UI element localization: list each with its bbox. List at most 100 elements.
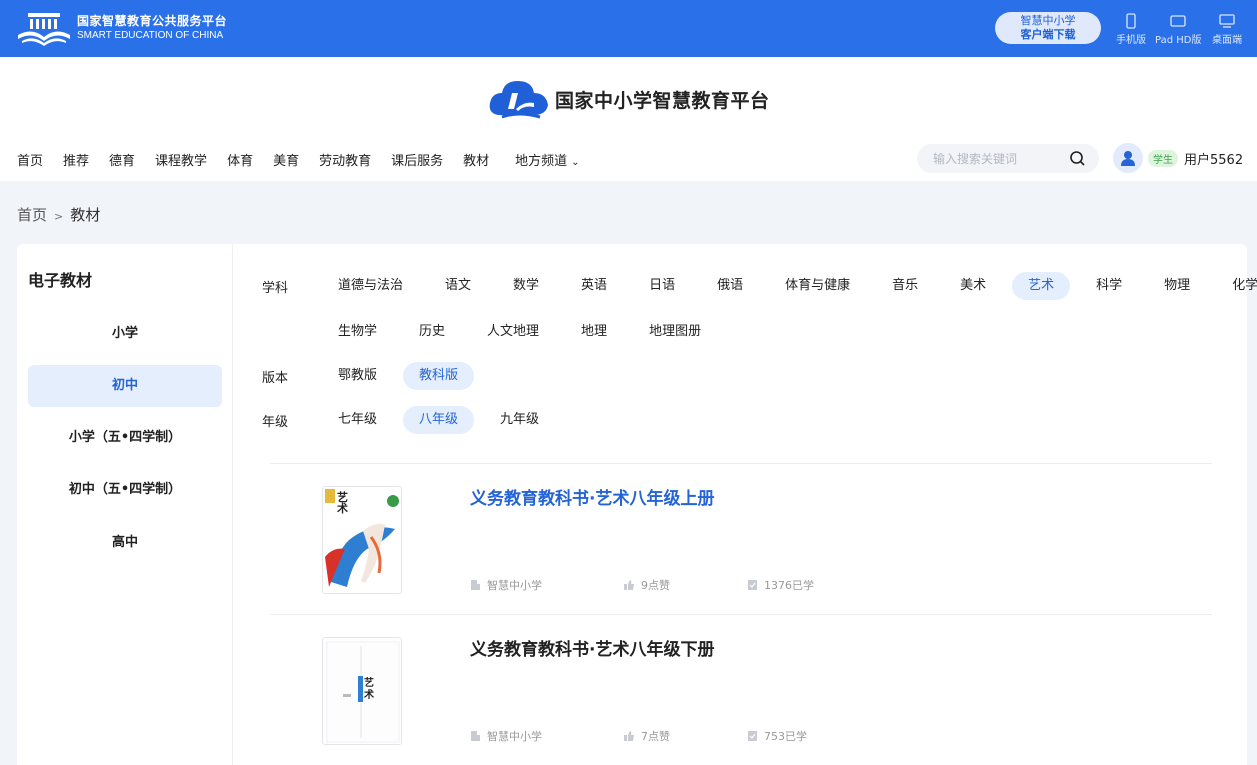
device-desktop-label: 桌面端 xyxy=(1212,35,1242,46)
main-card: 电子教材 小学 初中 小学（五•四学制） 初中（五•四学制） 高中 学科 道德与… xyxy=(17,244,1257,765)
grade-chip[interactable]: 九年级 xyxy=(484,406,555,434)
building-icon xyxy=(471,731,480,741)
cloud-book-logo-icon xyxy=(489,81,548,119)
user-menu[interactable]: 学生 用户5562 xyxy=(1113,143,1243,173)
book-cover-art: 艺 术 xyxy=(323,638,401,744)
edition-filter-row: 版本 鄂教版 教科版 xyxy=(262,362,484,390)
nav-local-channel[interactable]: 地方频道 ⌄ xyxy=(515,150,579,169)
breadcrumb-current: 教材 xyxy=(70,206,101,224)
study-icon xyxy=(748,580,757,590)
book-item[interactable]: 艺 术 义务教育教科书·艺术八年级上册 智慧中小学 9点赞 1376已学 xyxy=(270,464,1212,614)
nav-home[interactable]: 首页 xyxy=(17,150,43,169)
grade-chip[interactable]: 七年级 xyxy=(322,406,393,434)
sidebar-title: 电子教材 xyxy=(28,271,93,290)
desktop-icon xyxy=(1219,14,1235,28)
subject-chip[interactable]: 日语 xyxy=(633,272,691,300)
subject-label: 学科 xyxy=(262,280,289,296)
svg-text:术: 术 xyxy=(363,688,374,701)
avatar[interactable] xyxy=(1113,143,1143,173)
book-title[interactable]: 义务教育教科书·艺术八年级上册 xyxy=(470,484,714,509)
thumb-up-icon xyxy=(624,580,634,590)
nav-afterschool[interactable]: 课后服务 xyxy=(391,150,443,169)
book-item[interactable]: 艺 术 义务教育教科书·艺术八年级下册 智慧中小学 7点赞 753已学 xyxy=(270,615,1212,765)
subject-chip[interactable]: 化学 xyxy=(1216,272,1257,300)
nav-labor[interactable]: 劳动教育 xyxy=(319,150,371,169)
phone-icon xyxy=(1126,13,1136,29)
edition-chip-active[interactable]: 教科版 xyxy=(403,362,475,390)
subject-chip[interactable]: 英语 xyxy=(565,272,623,300)
nav-moral[interactable]: 德育 xyxy=(109,150,135,169)
subject-chip[interactable]: 道德与法治 xyxy=(322,272,419,300)
book-title[interactable]: 义务教育教科书·艺术八年级下册 xyxy=(470,635,714,660)
user-icon xyxy=(1121,151,1135,166)
book-likes-label: 9点赞 xyxy=(641,579,670,592)
device-desktop[interactable]: 桌面端 xyxy=(1212,13,1242,46)
user-name: 用户5562 xyxy=(1184,152,1244,168)
book-likes: 9点赞 xyxy=(623,577,670,593)
book-learners-label: 753已学 xyxy=(764,730,807,743)
site-logo[interactable]: 国家中小学智慧教育平台 xyxy=(488,77,770,121)
nav-recommend[interactable]: 推荐 xyxy=(63,150,89,169)
book-learners: 753已学 xyxy=(747,728,807,744)
header: 国家中小学智慧教育平台 首页 推荐 德育 课程教学 体育 美育 劳动教育 课后服… xyxy=(0,57,1257,181)
book-cover-image[interactable]: 艺 术 xyxy=(322,637,402,745)
brand-logo-icon xyxy=(18,13,70,46)
main-nav: 首页 推荐 德育 课程教学 体育 美育 劳动教育 课后服务 教材 地方频道 ⌄ xyxy=(17,150,600,169)
book-publisher-label: 智慧中小学 xyxy=(487,730,542,743)
search-input[interactable] xyxy=(917,144,1057,173)
subject-chip[interactable]: 俄语 xyxy=(701,272,759,300)
device-pad[interactable]: Pad HD版 xyxy=(1155,13,1201,46)
search-box xyxy=(917,144,1099,173)
subject-chip-active[interactable]: 艺术 xyxy=(1012,272,1071,300)
client-download-button[interactable]: 智慧中小学 客户端下载 xyxy=(995,12,1101,44)
book-cover-image[interactable]: 艺 术 xyxy=(322,486,402,594)
subject-chip[interactable]: 生物学 xyxy=(322,318,393,346)
book-publisher-label: 智慧中小学 xyxy=(487,579,542,592)
svg-text:术: 术 xyxy=(336,501,348,515)
subject-chip[interactable]: 科学 xyxy=(1080,272,1138,300)
sidebar-item-primary-54[interactable]: 小学（五•四学制） xyxy=(28,417,222,459)
device-mobile[interactable]: 手机版 xyxy=(1116,13,1146,46)
grade-chip-active[interactable]: 八年级 xyxy=(403,406,475,434)
chevron-down-icon: ⌄ xyxy=(571,157,580,168)
subject-chip[interactable]: 历史 xyxy=(403,318,461,346)
breadcrumb-home[interactable]: 首页 xyxy=(17,206,47,224)
grade-label: 年级 xyxy=(262,414,289,430)
subject-filter-row-2: 生物学 历史 人文地理 地理 地理图册 xyxy=(262,318,727,346)
grade-filter-row: 年级 七年级 八年级 九年级 xyxy=(262,406,565,434)
subject-chip[interactable]: 地理图册 xyxy=(633,318,717,346)
brand-name-en: SMART EDUCATION OF CHINA xyxy=(77,30,224,41)
subject-chip[interactable]: 美术 xyxy=(944,272,1002,300)
sidebar-item-senior[interactable]: 高中 xyxy=(28,522,222,564)
subject-chip[interactable]: 音乐 xyxy=(876,272,934,300)
site-title: 国家中小学智慧教育平台 xyxy=(555,89,770,112)
nav-sports[interactable]: 体育 xyxy=(227,150,253,169)
book-learners-label: 1376已学 xyxy=(764,579,814,592)
study-icon xyxy=(748,731,757,741)
sidebar-item-junior-54[interactable]: 初中（五•四学制） xyxy=(28,469,222,511)
tablet-icon xyxy=(1170,15,1186,27)
top-bar: 国家智慧教育公共服务平台 SMART EDUCATION OF CHINA 智慧… xyxy=(0,0,1257,57)
book-cover-art: 艺 术 xyxy=(323,487,401,593)
book-likes: 7点赞 xyxy=(623,728,670,744)
brand-name-cn: 国家智慧教育公共服务平台 xyxy=(77,14,228,28)
sidebar-item-junior[interactable]: 初中 xyxy=(28,365,222,407)
nav-arts[interactable]: 美育 xyxy=(273,150,299,169)
subject-chip[interactable]: 地理 xyxy=(565,318,623,346)
subject-chip[interactable]: 物理 xyxy=(1148,272,1206,300)
nav-local-channel-label: 地方频道 xyxy=(515,154,568,169)
sidebar: 电子教材 小学 初中 小学（五•四学制） 初中（五•四学制） 高中 xyxy=(17,244,233,765)
sidebar-item-primary[interactable]: 小学 xyxy=(28,313,222,355)
nav-textbooks[interactable]: 教材 xyxy=(463,150,489,169)
nav-courses[interactable]: 课程教学 xyxy=(155,150,207,169)
breadcrumb-separator: > xyxy=(54,210,64,223)
subject-chip[interactable]: 数学 xyxy=(497,272,555,300)
subject-chip[interactable]: 人文地理 xyxy=(471,318,555,346)
device-pad-label: Pad HD版 xyxy=(1155,35,1202,46)
search-icon[interactable] xyxy=(1069,150,1086,167)
brand[interactable]: 国家智慧教育公共服务平台 SMART EDUCATION OF CHINA xyxy=(16,9,227,47)
role-badge: 学生 xyxy=(1148,149,1178,167)
subject-chip[interactable]: 体育与健康 xyxy=(769,272,866,300)
subject-chip[interactable]: 语文 xyxy=(429,272,487,300)
edition-chip[interactable]: 鄂教版 xyxy=(322,362,393,390)
